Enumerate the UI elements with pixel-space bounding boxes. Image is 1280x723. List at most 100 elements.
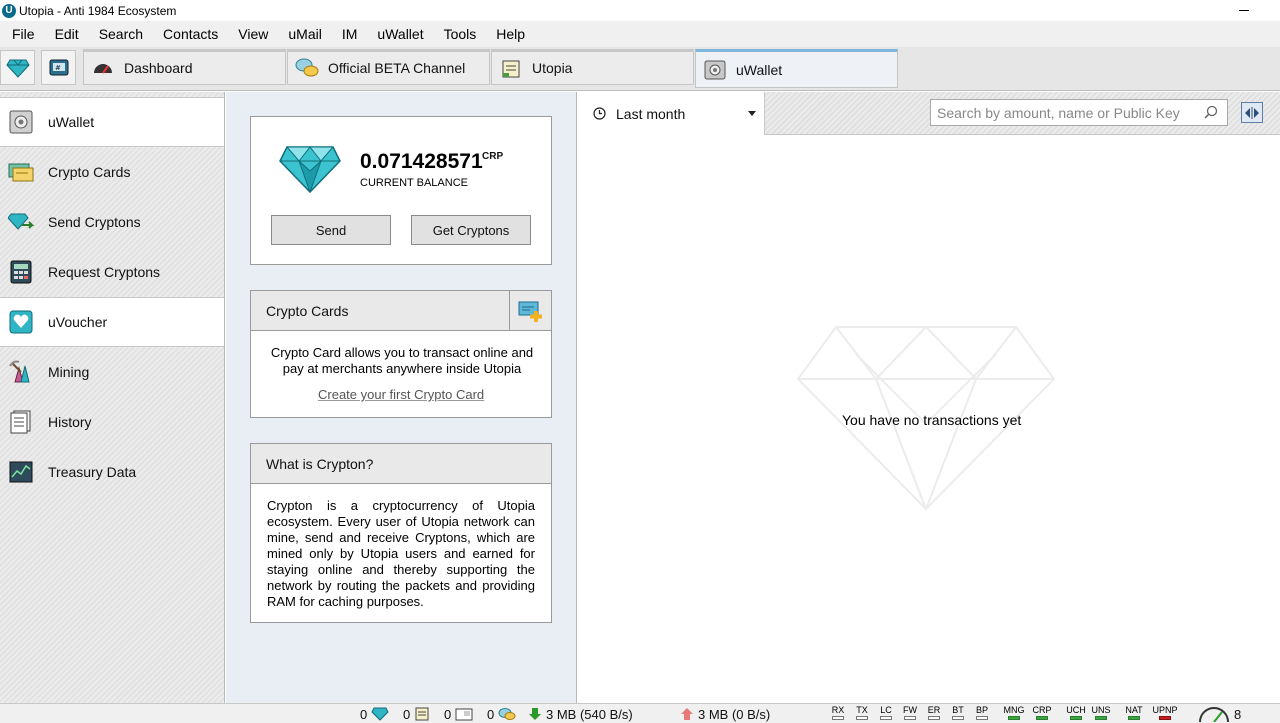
status-chat-count: 0 [487,706,516,722]
indicator-bp: BP [972,705,992,720]
tab-official-beta-channel[interactable]: Official BETA Channel [287,49,490,85]
sidebar-item-label: Request Cryptons [48,264,161,280]
status-download: 3 MB (540 B/s) [528,706,633,722]
sidebar-item-label: Send Cryptons [48,214,141,230]
wallet-icon [8,109,34,135]
what-is-crypton-card: What is Crypton? Crypton is a cryptocurr… [250,443,552,623]
period-select[interactable]: Last month [578,92,765,135]
indicator-crp: CRP [1031,705,1053,720]
sidebar-item-crypto-cards[interactable]: Crypto Cards [0,147,224,197]
menu-view[interactable]: View [226,21,276,47]
crystal-home-button[interactable] [0,50,35,85]
notebook-icon [498,57,524,79]
send-crystal-icon [8,209,34,235]
indicator-bt: BT [948,705,968,720]
transaction-search-input[interactable] [937,104,1203,121]
status-mail-count: 0 [444,706,473,722]
terminal-button[interactable]: # [41,50,76,85]
menu-tools[interactable]: Tools [432,21,485,47]
menu-im[interactable]: IM [330,21,366,47]
tab-dashboard[interactable]: Dashboard [83,49,286,85]
tab-label: Official BETA Channel [328,60,466,76]
sidebar-item-label: Treasury Data [48,464,137,480]
tab-utopia[interactable]: Utopia [491,49,694,85]
tab-bar: # Dashboard Official BETA Channel Utopia… [0,47,1280,91]
indicator-uch: UCH [1065,705,1087,720]
upload-arrow-icon [681,708,693,720]
title-bar: U Utopia - Anti 1984 Ecosystem [0,0,1280,21]
menu-umail[interactable]: uMail [276,21,329,47]
calculator-icon [8,259,34,285]
chat-bubbles-icon [294,57,320,79]
speedometer-icon [90,57,116,79]
create-crypto-card-link[interactable]: Create your first Crypto Card [318,387,484,402]
crystal-icon [5,59,30,78]
indicator-lc: LC [876,705,896,720]
wallet-overview: 0.071428571 CRP CURRENT BALANCE Send Get… [226,92,577,703]
chevron-down-icon [748,111,756,116]
sidebar-item-treasury-data[interactable]: Treasury Data [0,447,224,497]
minimize-button[interactable] [1236,3,1252,17]
menu-contacts[interactable]: Contacts [151,21,226,47]
sidebar-item-uvoucher[interactable]: uVoucher [0,297,224,347]
sidebar-item-label: Mining [48,364,90,380]
window-title: Utopia - Anti 1984 Ecosystem [19,3,177,18]
panel-toggle-button[interactable] [1241,102,1263,123]
transaction-search [930,99,1228,126]
send-button[interactable]: Send [271,215,391,245]
menu-uwallet[interactable]: uWallet [365,21,431,47]
menu-edit[interactable]: Edit [43,21,87,47]
get-cryptons-button[interactable]: Get Cryptons [411,215,531,245]
terminal-icon: # [49,59,68,75]
indicator-nat: NAT [1123,705,1145,720]
sidebar-item-label: uVoucher [48,314,108,330]
status-notes-count: 0 [403,706,430,722]
menu-help[interactable]: Help [484,21,533,47]
add-crypto-card-button[interactable] [510,291,551,331]
indicator-er: ER [924,705,944,720]
balance-unit: CRP [482,151,504,162]
crypto-card-icon [8,159,34,185]
sidebar-item-label: Crypto Cards [48,164,131,180]
period-value: Last month [616,105,686,122]
status-bar: 0 0 0 0 3 MB (540 B/s) 3 MB (0 B/s) RX T… [0,703,1280,723]
transactions-toolbar: Last month [578,92,1280,135]
status-crystal-count: 0 [360,706,389,722]
indicator-rx: RX [828,705,848,720]
tab-label: Dashboard [124,60,193,76]
crypto-cards-card: Crypto Cards Crypto Card allows you to t… [250,290,552,418]
indicator-fw: FW [900,705,920,720]
sidebar-item-request-cryptons[interactable]: Request Cryptons [0,247,224,297]
sidebar-item-label: uWallet [48,114,95,130]
menu-bar: File Edit Search Contacts View uMail IM … [0,21,1280,47]
mail-icon [455,708,473,721]
menu-file[interactable]: File [0,21,43,47]
tab-label: uWallet [736,61,783,78]
svg-text:#: # [55,64,61,72]
sidebar-item-history[interactable]: History [0,397,224,447]
download-arrow-icon [529,708,541,720]
sidebar-item-mining[interactable]: Mining [0,347,224,397]
empty-transactions-message: You have no transactions yet [842,412,1022,428]
add-card-icon [518,301,542,322]
sidebar-item-send-cryptons[interactable]: Send Cryptons [0,197,224,247]
sidebar-item-uwallet[interactable]: uWallet [0,97,224,147]
sidebar: uWallet Crypto Cards Send Cryptons Reque… [0,92,225,703]
clock-icon [593,107,606,120]
utopia-logo-icon: U [2,3,16,18]
notebook-icon [415,707,429,721]
expand-arrows-icon [1245,106,1259,119]
wallet-icon [702,59,728,81]
chat-bubbles-icon [498,708,516,720]
status-connections: 8 [1198,706,1241,722]
signal-gauge-icon [1199,707,1229,722]
history-icon [8,409,34,435]
treasury-chart-icon [8,459,34,485]
search-icon[interactable] [1203,105,1219,121]
balance-value: 0.071428571 [360,150,483,173]
tab-uwallet[interactable]: uWallet [695,49,898,88]
crypto-cards-title: Crypto Cards [251,291,510,331]
what-is-crypton-text: Crypton is a cryptocurrency of Utopia ec… [267,498,535,609]
menu-search[interactable]: Search [87,21,151,47]
what-is-crypton-title: What is Crypton? [251,444,551,484]
